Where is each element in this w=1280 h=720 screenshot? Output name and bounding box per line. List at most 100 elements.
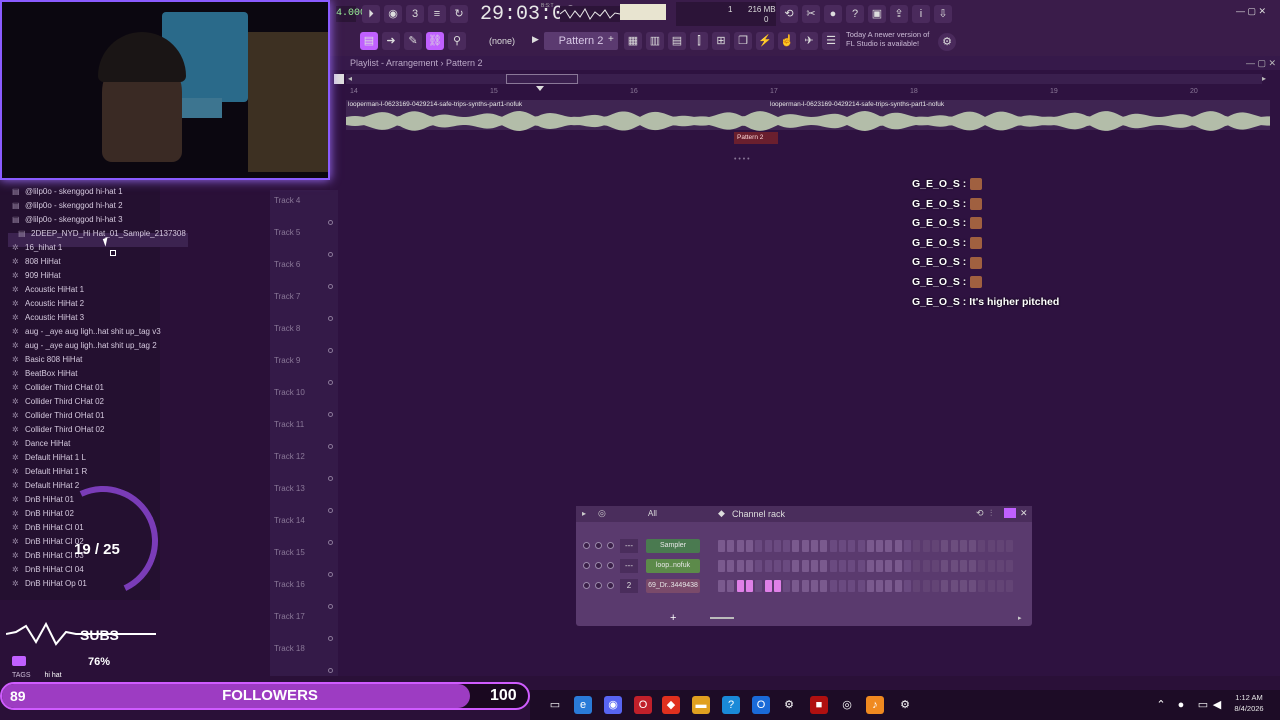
playlist-window-controls[interactable]: — ▢ ✕ (1246, 58, 1276, 69)
track-mute-icon[interactable] (328, 412, 333, 417)
step-button[interactable] (894, 540, 902, 552)
fl-studio-icon[interactable]: ♪ (866, 696, 884, 714)
step-button[interactable] (755, 540, 763, 552)
track-mute-icon[interactable] (328, 284, 333, 289)
browser-item[interactable]: ✲ Acoustic HiHat 1 (12, 283, 84, 297)
step-button[interactable] (773, 540, 781, 552)
browser-item[interactable]: ✲ 16_hihat 1 (12, 241, 62, 255)
step-button[interactable] (997, 560, 1004, 572)
step-button[interactable] (783, 560, 791, 572)
step-button[interactable] (950, 560, 958, 572)
track-header[interactable]: Track 14 (274, 516, 334, 546)
news-panel[interactable]: Today A newer version of FL Studio is av… (846, 30, 936, 52)
info-icon[interactable]: i (912, 5, 930, 23)
browser-item[interactable]: ✲ Collider Third OHat 01 (12, 409, 104, 423)
rack-arrows-icon[interactable]: ◆ (718, 508, 725, 519)
undo-history-icon[interactable]: ⟲ (780, 5, 798, 23)
channel-mixer-track[interactable]: --- (620, 559, 638, 573)
step-button[interactable] (792, 540, 800, 552)
track-mute-icon[interactable] (328, 380, 333, 385)
step-button[interactable] (820, 560, 828, 572)
step-button[interactable] (857, 580, 865, 592)
step-button[interactable] (811, 540, 818, 552)
track-header[interactable]: Track 11 (274, 420, 334, 450)
channel-mixer-track[interactable]: --- (620, 539, 638, 553)
browser-item[interactable]: ✲ Default HiHat 1 L (12, 451, 86, 465)
step-button[interactable] (848, 540, 856, 552)
step-button[interactable] (997, 580, 1004, 592)
step-button[interactable] (829, 560, 837, 572)
touch-icon[interactable]: ☝ (778, 32, 796, 50)
pencil-icon[interactable]: ✎ (404, 32, 422, 50)
step-button[interactable] (718, 560, 725, 572)
browser-item[interactable]: ▤ @lilp0o - skenggod hi-hat 1 (12, 185, 123, 199)
step-button[interactable] (931, 540, 939, 552)
track-header[interactable]: Track 12 (274, 452, 334, 482)
recorder-icon[interactable]: ■ (810, 696, 828, 714)
rack-swing-icon[interactable]: ◎ (598, 508, 606, 519)
step-button[interactable] (745, 560, 753, 572)
step-button[interactable] (829, 540, 837, 552)
browser-item[interactable]: ✲ aug - _aye aug ligh..hat shit up_tag v3 (12, 325, 161, 339)
browser-item[interactable]: ✲ aug - _aye aug ligh..hat shit up_tag 2 (12, 339, 157, 353)
track-header[interactable]: Track 5 (274, 228, 334, 258)
step-button[interactable] (801, 580, 809, 592)
tempo-display[interactable]: 4.000 (336, 6, 366, 22)
step-button[interactable] (727, 540, 735, 552)
step-button[interactable] (755, 580, 763, 592)
scroll-thumb[interactable] (506, 74, 578, 84)
rack-undo-icon[interactable]: ⟲ (976, 508, 984, 519)
browser-item[interactable]: ✲ 808 HiHat (12, 255, 61, 269)
save-icon[interactable]: ▣ (868, 5, 886, 23)
rack-scroll-bar[interactable] (710, 617, 734, 619)
mic-icon[interactable]: ● (824, 5, 842, 23)
step-button[interactable] (931, 560, 939, 572)
window-controls[interactable]: — ▢ ✕ (1236, 6, 1276, 18)
step-button[interactable] (885, 580, 893, 592)
step-button[interactable] (811, 560, 818, 572)
task-view-icon[interactable]: ▭ (546, 696, 564, 714)
step-button[interactable] (904, 580, 911, 592)
step-button[interactable] (783, 580, 791, 592)
browser-item[interactable]: ✲ BeatBox HiHat (12, 367, 77, 381)
channel-pan-knob-icon[interactable] (595, 542, 602, 549)
step-button[interactable] (894, 560, 902, 572)
rack-scroll-right-icon[interactable]: ▸ (1018, 614, 1022, 622)
scroll-left-icon[interactable]: ◂ (348, 74, 352, 83)
pattern-clip[interactable]: Pattern 2 (734, 132, 778, 144)
step-button[interactable] (1006, 560, 1014, 572)
step-button[interactable] (904, 560, 911, 572)
track-header[interactable]: Track 16 (274, 580, 334, 610)
pattern-selector[interactable]: Pattern 2 (544, 32, 618, 50)
step-button[interactable] (950, 540, 958, 552)
step-button[interactable] (913, 540, 921, 552)
step-button[interactable] (736, 580, 744, 592)
step-button[interactable] (718, 580, 725, 592)
step-button[interactable] (764, 580, 772, 592)
timeline-ruler[interactable] (346, 86, 1270, 98)
playlist-icon[interactable]: ▦ (624, 32, 642, 50)
scroll-right-icon[interactable]: ▸ (1262, 74, 1266, 83)
piano-roll-icon[interactable]: ▥ (646, 32, 664, 50)
stamp-icon[interactable]: ⚲ (448, 32, 466, 50)
track-mute-icon[interactable] (328, 476, 333, 481)
step-button[interactable] (941, 540, 949, 552)
step-button[interactable] (913, 580, 921, 592)
step-button[interactable] (773, 580, 781, 592)
track-mute-icon[interactable] (328, 604, 333, 609)
step-button[interactable] (1006, 540, 1014, 552)
taskbar-clock[interactable]: 1:12 AM 8/4/2026 (1224, 692, 1274, 716)
track-header[interactable]: Track 7 (274, 292, 334, 322)
step-button[interactable] (969, 540, 977, 552)
channel-volume-knob-icon[interactable] (607, 582, 614, 589)
step-button[interactable] (969, 560, 977, 572)
track-header[interactable]: Track 4 (274, 196, 334, 226)
step-button[interactable] (876, 560, 884, 572)
browser-item[interactable]: ▤ @lilp0o - skenggod hi-hat 2 (12, 199, 123, 213)
browser-item[interactable]: ✲ Acoustic HiHat 2 (12, 297, 84, 311)
step-button[interactable] (718, 540, 725, 552)
step-button[interactable] (978, 540, 986, 552)
plugin-icon[interactable]: ⚡ (756, 32, 774, 50)
track-mute-icon[interactable] (328, 316, 333, 321)
preview-play-icon[interactable] (12, 656, 26, 666)
